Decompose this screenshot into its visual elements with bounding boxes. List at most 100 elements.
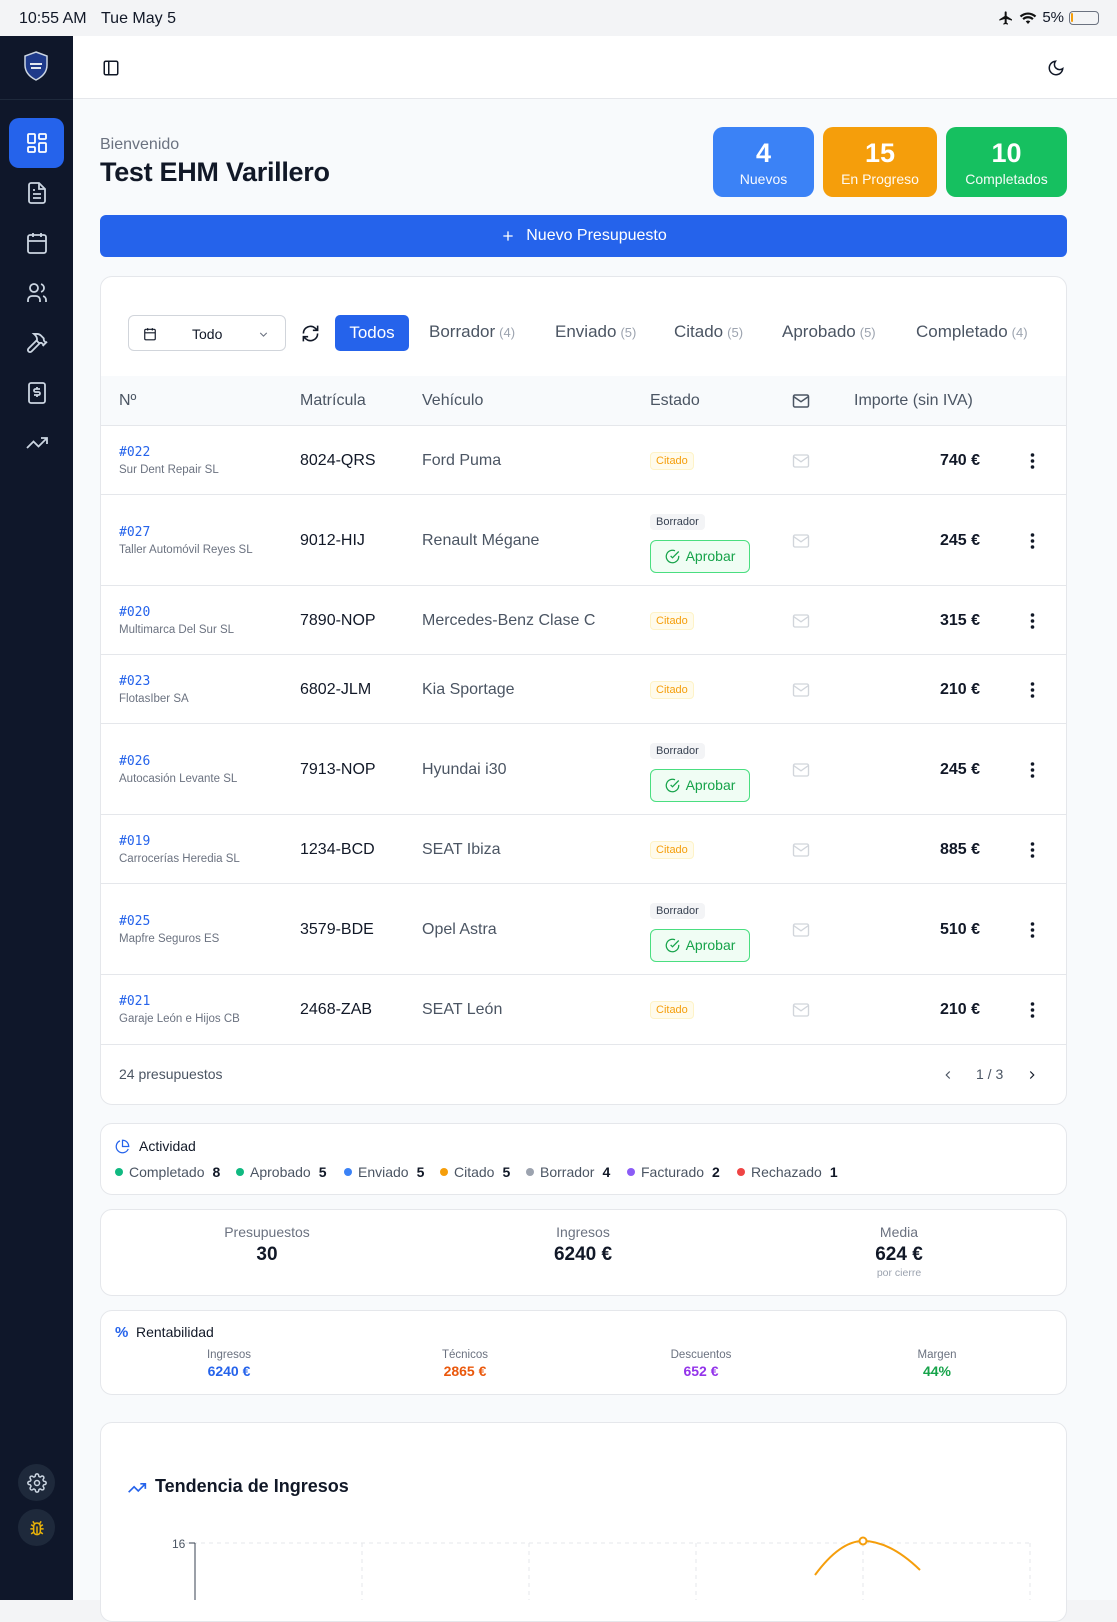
- tab-enviado[interactable]: Enviado (5): [555, 322, 636, 342]
- mail-icon[interactable]: [792, 612, 810, 630]
- vehicle-cell: SEAT Ibiza: [422, 840, 501, 858]
- table-row[interactable]: #020 Multimarca Del Sur SL 7890-NOP Mercede…: [101, 586, 1066, 655]
- tab-aprobado[interactable]: Aprobado (5): [782, 322, 876, 342]
- bug-report-button[interactable]: [18, 1509, 55, 1546]
- column-header-vehicle[interactable]: Vehículo: [422, 392, 483, 410]
- legend-label: Completado: [129, 1164, 205, 1180]
- table-row[interactable]: #023 FlotasIber SA 6802-JLM Kia Sportage Cit…: [101, 655, 1066, 724]
- budget-id-link[interactable]: #026: [119, 754, 150, 769]
- tab-todos[interactable]: Todos: [335, 315, 409, 351]
- stat-value: 10: [991, 138, 1022, 168]
- activity-legend-item: Facturado 2: [627, 1164, 720, 1180]
- kpi-media-sub: por cierre: [876, 1267, 922, 1279]
- settings-button[interactable]: [18, 1464, 55, 1501]
- table-row[interactable]: #022 Sur Dent Repair SL 8024-QRS Ford Puma C…: [101, 426, 1066, 495]
- column-header-amount[interactable]: Importe (sin IVA): [854, 392, 973, 410]
- airplane-icon: [999, 10, 1013, 25]
- budget-id-link[interactable]: #023: [119, 674, 150, 689]
- stat-card-completados[interactable]: 10 Completados: [946, 127, 1067, 197]
- amount-cell: 740 €: [939, 451, 980, 469]
- plate-cell: 8024-QRS: [300, 451, 376, 469]
- kpi-media-value: 624 €: [875, 1244, 923, 1265]
- hammer-icon: [26, 333, 48, 353]
- mail-icon[interactable]: [792, 761, 810, 779]
- column-header-status[interactable]: Estado: [650, 392, 700, 410]
- dashboard-icon: [26, 133, 47, 153]
- mail-icon[interactable]: [792, 452, 810, 470]
- plate-cell: 6802-JLM: [300, 680, 372, 698]
- budget-id-link[interactable]: #019: [119, 834, 150, 849]
- legend-label: Aprobado: [250, 1164, 311, 1180]
- vehicle-cell: Renault Mégane: [422, 531, 540, 549]
- budget-id-link[interactable]: #022: [119, 445, 150, 460]
- more-vertical-icon[interactable]: [1030, 681, 1035, 699]
- nav-users[interactable]: [9, 268, 64, 318]
- approve-button[interactable]: Aprobar: [650, 539, 750, 573]
- activity-legend-item: Rechazado 1: [737, 1164, 838, 1180]
- mail-icon[interactable]: [792, 1001, 810, 1019]
- status-badge: Citado: [650, 1001, 694, 1019]
- sidebar-toggle-icon[interactable]: [102, 59, 120, 77]
- legend-label: Enviado: [358, 1164, 409, 1180]
- period-filter-select[interactable]: Todo: [128, 315, 286, 351]
- calendar-icon: [26, 233, 47, 254]
- tab-borrador[interactable]: Borrador (4): [429, 322, 515, 342]
- new-budget-button[interactable]: Nuevo Presupuesto: [100, 215, 1067, 257]
- chevron-right-icon[interactable]: [1025, 1068, 1039, 1082]
- amount-cell: 245 €: [939, 531, 980, 549]
- table-row[interactable]: #025 Mapfre Seguros ES 3579-BDE Opel Astra B…: [101, 884, 1066, 975]
- budget-id-link[interactable]: #025: [119, 914, 150, 929]
- table-row[interactable]: #021 Garaje León e Hijos CB 2468-ZAB SEAT L…: [101, 975, 1066, 1045]
- stat-label: En Progreso: [841, 171, 919, 187]
- client-name: Mapfre Seguros ES: [119, 932, 220, 945]
- more-vertical-icon[interactable]: [1030, 761, 1035, 779]
- total-count: 24 presupuestos: [119, 1066, 223, 1082]
- nav-documents[interactable]: [9, 168, 64, 218]
- approve-button[interactable]: Aprobar: [650, 928, 750, 962]
- mail-icon[interactable]: [792, 681, 810, 699]
- nav-analytics[interactable]: [9, 418, 64, 468]
- refresh-icon[interactable]: [301, 324, 320, 343]
- more-vertical-icon[interactable]: [1030, 921, 1035, 939]
- table-row[interactable]: #019 Carrocerías Heredia SL 1234-BCD SEAT I…: [101, 815, 1066, 884]
- more-vertical-icon[interactable]: [1030, 452, 1035, 470]
- welcome-label: Bienvenido: [100, 136, 180, 153]
- more-vertical-icon[interactable]: [1030, 612, 1035, 630]
- stat-card-en-progreso[interactable]: 15 En Progreso: [823, 127, 937, 197]
- table-row[interactable]: #027 Taller Automóvil Reyes SL 9012-HIJ Ren…: [101, 495, 1066, 586]
- legend-count: 2: [712, 1164, 720, 1180]
- column-header-num[interactable]: Nº: [119, 392, 136, 410]
- approve-button[interactable]: Aprobar: [650, 768, 750, 802]
- tab-citado[interactable]: Citado (5): [674, 322, 743, 342]
- mail-icon[interactable]: [792, 841, 810, 859]
- budget-id-link[interactable]: #021: [119, 994, 150, 1009]
- column-header-plate[interactable]: Matrícula: [300, 392, 366, 410]
- tab-label: Completado: [916, 322, 1008, 341]
- amount-cell: 315 €: [939, 611, 980, 629]
- legend-dot: [737, 1168, 745, 1176]
- calendar-icon: [144, 328, 156, 341]
- period-filter-value: Todo: [192, 326, 223, 342]
- vehicle-cell: Opel Astra: [422, 920, 497, 938]
- nav-billing[interactable]: [9, 368, 64, 418]
- more-vertical-icon[interactable]: [1030, 1001, 1035, 1019]
- mail-icon[interactable]: [792, 921, 810, 939]
- nav-calendar[interactable]: [9, 218, 64, 268]
- more-vertical-icon[interactable]: [1030, 532, 1035, 550]
- battery-icon: [1069, 10, 1099, 25]
- tab-completado[interactable]: Completado (4): [916, 322, 1028, 342]
- budget-id-link[interactable]: #027: [119, 525, 150, 540]
- battery-percent: 5%: [1042, 9, 1064, 26]
- budget-id-link[interactable]: #020: [119, 605, 150, 620]
- table-row[interactable]: #026 Autocasión Levante SL 7913-NOP Hyundai…: [101, 724, 1066, 815]
- profit-tecnicos-label: Técnicos: [441, 1349, 489, 1361]
- chevron-left-icon[interactable]: [941, 1068, 955, 1082]
- nav-tools[interactable]: [9, 318, 64, 368]
- dark-mode-toggle-icon[interactable]: [1047, 59, 1065, 77]
- mail-icon[interactable]: [792, 532, 810, 550]
- legend-label: Citado: [454, 1164, 495, 1180]
- nav-dashboard[interactable]: [9, 118, 64, 168]
- status-badge: Citado: [650, 611, 694, 630]
- stat-card-nuevos[interactable]: 4 Nuevos: [713, 127, 814, 197]
- more-vertical-icon[interactable]: [1030, 841, 1035, 859]
